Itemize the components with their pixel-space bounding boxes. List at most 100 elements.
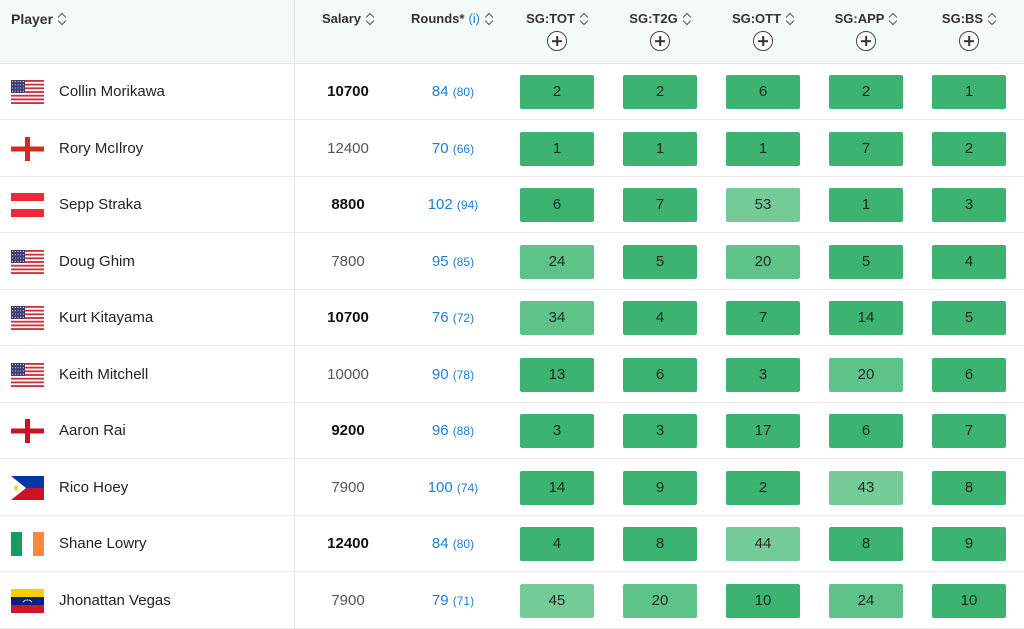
header-sg-t2g-col[interactable]: SG:T2G [613,0,707,64]
player-name[interactable]: Rico Hoey [59,460,128,516]
sg-tot-rank-cell: 13 [520,357,594,392]
header-sg-bs[interactable]: SG:BS [922,11,1016,26]
add-column-plus-icon[interactable] [856,31,876,51]
rounds-value[interactable]: 96 (88) [400,403,506,459]
header-salary-label: Salary [322,11,362,26]
table-row[interactable]: Aaron Rai 9200 96 (88) 3 3 17 6 7 [0,403,1024,459]
sort-icon[interactable] [485,13,493,25]
rounds-sub-count: (80) [452,85,475,99]
player-name[interactable]: Rory McIlroy [59,121,143,177]
sg-bs-rank-cell: 4 [932,244,1006,279]
sg-tot-rank-cell: 4 [520,527,594,561]
flag-icon-at [11,193,44,217]
header-player-col[interactable]: Player [0,0,294,64]
salary-value: 10700 [327,309,369,326]
sort-icon[interactable] [580,13,588,25]
sg-ott-rank-cell: 1 [726,131,800,166]
player-name[interactable]: Shane Lowry [59,516,147,572]
rounds-sub-count: (71) [452,593,475,608]
rounds-count: 79 [431,591,449,609]
player-name[interactable]: Sepp Straka [59,177,142,233]
player-name[interactable]: Jhonattan Vegas [59,573,171,629]
flag-icon-eng [11,419,44,443]
sg-ott-rank-cell: 6 [726,75,800,109]
table-row[interactable]: Kurt Kitayama 10700 76 (72) 34 4 7 14 5 [0,290,1024,346]
player-name[interactable]: Aaron Rai [59,403,126,459]
add-column-plus-icon[interactable] [959,31,979,51]
player-name[interactable]: Doug Ghim [59,234,135,290]
rounds-value[interactable]: 90 (78) [400,347,506,403]
table-row[interactable]: Rory McIlroy 12400 70 (66) 1 1 1 7 2 [0,121,1024,177]
sort-icon[interactable] [988,13,996,25]
rounds-sub-count: (94) [456,198,479,212]
rounds-value[interactable]: 95 (85) [400,234,506,290]
table-row[interactable]: Rico Hoey 7900 100 (74) 14 9 2 43 8 [0,460,1024,516]
sg-bs-rank-cell: 9 [932,527,1006,561]
sg-ott-rank-cell: 2 [726,470,800,505]
player-name[interactable]: Collin Morikawa [59,64,165,120]
table-row[interactable]: Shane Lowry 12400 84 (80) 4 8 44 8 9 [0,516,1024,572]
info-icon[interactable]: (i) [468,11,480,26]
header-sg-app-label: SG:APP [834,11,885,26]
header-player[interactable]: Player [11,11,66,27]
sg-app-rank-cell: 1 [829,188,903,222]
header-sg-bs-col[interactable]: SG:BS [922,0,1016,64]
salary-value: 10000 [327,365,369,383]
salary-value: 8800 [331,196,365,213]
sg-bs-rank-cell: 5 [932,301,1006,335]
table-row[interactable]: Doug Ghim 7800 95 (85) 24 5 20 5 4 [0,234,1024,290]
sort-icon[interactable] [786,13,794,25]
sg-app-rank-cell: 14 [829,301,903,335]
sg-app-rank-cell: 20 [829,357,903,392]
header-rounds-col[interactable]: Rounds* (i) [400,0,506,64]
sg-t2g-rank-cell: 2 [623,75,697,109]
sort-icon[interactable] [366,13,374,25]
rounds-sub-count: (72) [452,311,475,325]
header-salary[interactable]: Salary [322,11,374,26]
sg-t2g-rank-cell: 3 [623,414,697,448]
salary-value: 10700 [327,83,369,100]
header-sg-ott-label: SG:OTT [731,11,782,26]
rounds-value[interactable]: 79 (71) [400,573,506,629]
sg-t2g-rank-cell: 1 [623,131,697,166]
sort-icon[interactable] [889,13,897,25]
header-sg-tot-col[interactable]: SG:TOT [510,0,604,64]
player-name[interactable]: Kurt Kitayama [59,290,153,346]
header-rounds[interactable]: Rounds* (i) [411,11,493,26]
flag-icon-ve [11,588,44,613]
player-name[interactable]: Keith Mitchell [59,347,148,403]
header-sg-tot[interactable]: SG:TOT [510,11,604,26]
sg-t2g-rank-cell: 7 [623,188,697,222]
rounds-sub-count: (85) [452,254,475,269]
flag-icon-nir [11,136,44,161]
sort-icon[interactable] [58,13,66,25]
sg-tot-rank-cell: 14 [520,470,594,505]
header-player-label: Player [11,11,54,27]
header-sg-t2g[interactable]: SG:T2G [613,11,707,26]
header-sg-ott[interactable]: SG:OTT [716,11,810,26]
header-sg-app[interactable]: SG:APP [819,11,913,26]
header-sg-ott-col[interactable]: SG:OTT [716,0,810,64]
sg-app-rank-cell: 7 [829,131,903,166]
rounds-value[interactable]: 100 (74) [400,460,506,516]
rounds-value[interactable]: 102 (94) [400,177,506,233]
rounds-value[interactable]: 76 (72) [400,290,506,346]
rounds-count: 95 [431,252,449,270]
table-row[interactable]: Keith Mitchell 10000 90 (78) 13 6 3 20 6 [0,347,1024,403]
header-salary-col[interactable]: Salary [300,0,396,64]
rounds-value[interactable]: 70 (66) [400,121,506,177]
sort-icon[interactable] [683,13,691,25]
rounds-value[interactable]: 84 (80) [400,516,506,572]
table-row[interactable]: Jhonattan Vegas 7900 79 (71) 45 20 10 24 10 [0,573,1024,629]
table-row[interactable]: Collin Morikawa 10700 84 (80) 2 2 6 2 1 [0,64,1024,120]
add-column-plus-icon[interactable] [547,31,567,51]
table-row[interactable]: Sepp Straka 8800 102 (94) 6 7 53 1 3 [0,177,1024,233]
header-rounds-label: Rounds* [411,11,465,26]
rounds-sub-count: (78) [452,367,475,382]
rounds-sub-count: (74) [456,480,479,495]
sg-ott-rank-cell: 10 [726,583,800,618]
add-column-plus-icon[interactable] [650,31,670,51]
header-sg-app-col[interactable]: SG:APP [819,0,913,64]
rounds-value[interactable]: 84 (80) [400,64,506,120]
add-column-plus-icon[interactable] [753,31,773,51]
